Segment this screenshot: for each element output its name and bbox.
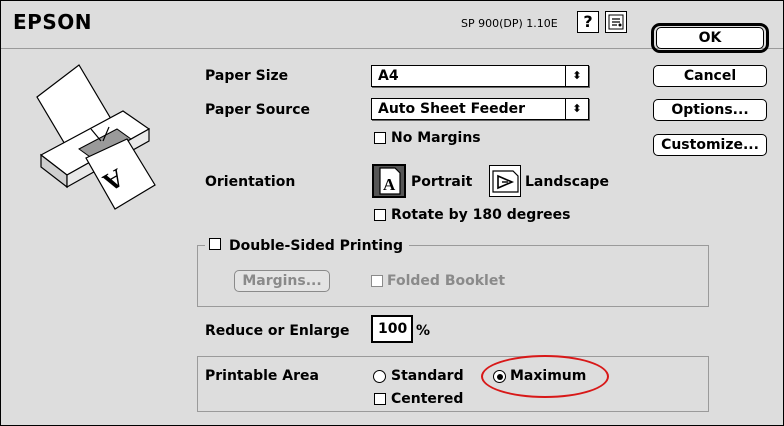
help-button[interactable]: ? [577, 11, 599, 33]
print-setup-dialog: EPSON SP 900(DP) 1.10E ? A OK Cancel Opt… [0, 0, 784, 426]
no-margins-label: No Margins [391, 130, 481, 146]
double-sided-header: Double-Sided Printing [205, 235, 410, 254]
portrait-page-icon: A [379, 167, 401, 195]
folded-booklet-label: Folded Booklet [387, 273, 506, 289]
info-button[interactable] [605, 11, 627, 33]
version-info-icon [608, 14, 624, 30]
rotate-180-checkbox[interactable] [374, 209, 386, 221]
reduce-enlarge-label: Reduce or Enlarge [205, 323, 350, 339]
reduce-enlarge-value: 100 [378, 321, 408, 337]
options-button[interactable]: Options... [653, 99, 767, 121]
orientation-label: Orientation [205, 174, 296, 190]
version-label: SP 900(DP) 1.10E [461, 17, 558, 30]
rotate-180-label: Rotate by 180 degrees [391, 207, 571, 223]
maximum-highlight-ellipse [481, 355, 609, 398]
double-sided-label: Double-Sided Printing [229, 238, 404, 254]
printable-area-label: Printable Area [205, 368, 319, 384]
portrait-radio[interactable]: A [372, 164, 406, 198]
printer-illustration-icon: A [36, 64, 156, 210]
paper-source-value: Auto Sheet Feeder [378, 101, 525, 117]
landscape-label: Landscape [525, 174, 609, 190]
cancel-button[interactable]: Cancel [653, 65, 767, 87]
brand-logo: EPSON [13, 10, 92, 34]
question-icon: ? [583, 12, 593, 31]
landscape-radio[interactable] [489, 165, 521, 197]
paper-size-select[interactable]: A4 ⬍ [371, 65, 589, 87]
landscape-page-icon [492, 170, 519, 193]
updown-arrows-icon: ⬍ [565, 99, 588, 119]
standard-radio[interactable] [373, 370, 386, 383]
customize-button[interactable]: Customize... [653, 134, 767, 156]
reduce-enlarge-input[interactable]: 100 [371, 315, 413, 343]
standard-label: Standard [391, 368, 464, 384]
paper-size-label: Paper Size [205, 68, 289, 84]
folded-booklet-checkbox[interactable] [371, 275, 383, 287]
paper-source-label: Paper Source [205, 102, 310, 118]
svg-text:A: A [383, 175, 396, 194]
centered-label: Centered [391, 391, 464, 407]
margins-button[interactable]: Margins... [234, 270, 330, 292]
centered-checkbox[interactable] [374, 393, 386, 405]
ok-button[interactable]: OK [656, 27, 764, 49]
percent-label: % [416, 323, 431, 339]
updown-arrows-icon: ⬍ [565, 66, 588, 86]
no-margins-checkbox[interactable] [374, 132, 386, 144]
paper-source-select[interactable]: Auto Sheet Feeder ⬍ [371, 98, 589, 120]
portrait-label: Portrait [411, 174, 473, 190]
paper-size-value: A4 [378, 68, 399, 84]
